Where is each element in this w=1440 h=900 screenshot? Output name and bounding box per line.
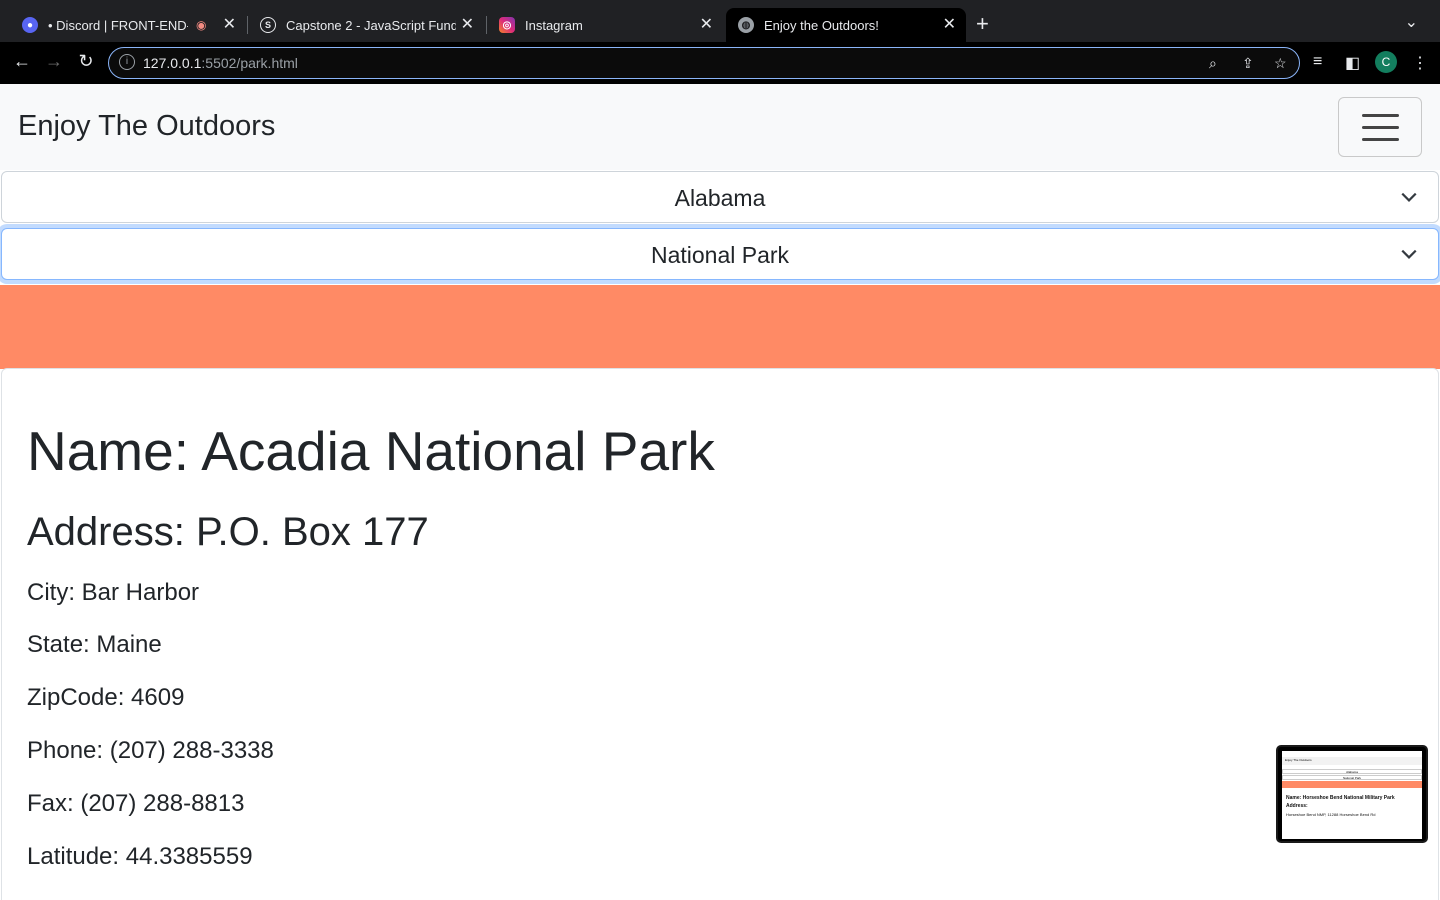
discord-icon: ● bbox=[22, 17, 38, 33]
forward-arrow-icon[interactable]: → bbox=[42, 51, 66, 72]
close-icon[interactable]: ✕ bbox=[223, 16, 236, 34]
chevron-down-icon bbox=[1401, 192, 1417, 202]
tab-discord[interactable]: ● • Discord | FRONT-END-D ◉ ✕ bbox=[10, 8, 246, 42]
tab-title: Instagram bbox=[525, 17, 583, 33]
park-name: Name: Acadia National Park bbox=[27, 420, 715, 482]
orange-banner bbox=[0, 285, 1440, 369]
park-card: Name: Acadia National Park Address: P.O.… bbox=[1, 368, 1439, 900]
site-brand[interactable]: Enjoy The Outdoors bbox=[18, 110, 275, 143]
hamburger-icon bbox=[1362, 114, 1399, 117]
hamburger-icon bbox=[1362, 138, 1399, 141]
park-latitude: Latitude: 44.3385559 bbox=[27, 843, 253, 870]
new-tab-button[interactable]: + bbox=[976, 12, 989, 36]
tab-capstone[interactable]: S Capstone 2 - JavaScript Fund ✕ bbox=[248, 8, 484, 42]
thumbnail-line: Horseshoe Bend NMP, 11288 Horseshoe Bend… bbox=[1286, 812, 1376, 817]
thumbnail-content: Enjoy The Outdoors Alabama National Park… bbox=[1282, 751, 1422, 839]
page-viewport: Enjoy The Outdoors Alabama National Park… bbox=[0, 84, 1440, 900]
thumbnail-select: National Park bbox=[1282, 775, 1422, 780]
site-navbar: Enjoy The Outdoors bbox=[0, 84, 1440, 170]
state-select-value: Alabama bbox=[674, 185, 766, 211]
park-state: State: Maine bbox=[27, 631, 162, 658]
hamburger-icon bbox=[1362, 126, 1399, 129]
thumbnail-navbar: Enjoy The Outdoors bbox=[1282, 757, 1422, 765]
media-queue-icon[interactable]: ≡ bbox=[1313, 53, 1322, 71]
browser-tab-bar: ● • Discord | FRONT-END-D ◉ ✕ S Capstone… bbox=[0, 0, 1440, 42]
thumbnail-select: Alabama bbox=[1282, 769, 1422, 774]
thumbnail-banner bbox=[1282, 781, 1422, 788]
zoom-icon[interactable]: ⌕ bbox=[1209, 55, 1217, 72]
star-icon[interactable]: ☆ bbox=[1274, 55, 1287, 72]
instagram-icon: ◎ bbox=[499, 17, 515, 33]
state-select[interactable]: Alabama bbox=[1, 171, 1439, 223]
chevron-down-icon[interactable]: ⌄ bbox=[1405, 12, 1418, 32]
park-city: City: Bar Harbor bbox=[27, 579, 200, 606]
info-icon[interactable]: i bbox=[119, 54, 135, 70]
close-icon[interactable]: ✕ bbox=[943, 16, 956, 34]
park-zipcode: ZipCode: 4609 bbox=[27, 684, 185, 711]
park-address: Address: P.O. Box 177 bbox=[27, 510, 429, 554]
browser-toolbar: ← → ↻ i 127.0.0.1:5502/park.html ⌕ ⇪ ☆ ≡… bbox=[0, 42, 1440, 84]
tab-enjoy-outdoors[interactable]: ◍ Enjoy the Outdoors! ✕ bbox=[726, 8, 966, 42]
side-panel-icon[interactable]: ◧ bbox=[1345, 53, 1360, 73]
address-bar[interactable]: i 127.0.0.1:5502/park.html ⌕ ⇪ ☆ bbox=[108, 47, 1300, 79]
share-icon[interactable]: ⇪ bbox=[1242, 55, 1254, 72]
profile-avatar[interactable]: C bbox=[1375, 51, 1397, 73]
thumbnail-name: Name: Horseshoe Bend National Military P… bbox=[1286, 795, 1395, 801]
chevron-down-icon bbox=[1401, 249, 1417, 259]
tab-title: • Discord | FRONT-END-D bbox=[48, 17, 188, 33]
url-text[interactable]: 127.0.0.1:5502/park.html bbox=[143, 55, 298, 71]
recording-icon: ◉ bbox=[196, 18, 207, 32]
park-type-select-value: National Park bbox=[650, 242, 790, 268]
park-phone: Phone: (207) 288-3338 bbox=[27, 737, 274, 764]
menu-dots-icon[interactable]: ⋮ bbox=[1412, 53, 1428, 73]
park-type-select[interactable]: National Park bbox=[1, 228, 1439, 280]
reload-icon[interactable]: ↻ bbox=[74, 51, 98, 72]
menu-toggle-button[interactable] bbox=[1338, 97, 1422, 157]
tab-title: Capstone 2 - JavaScript Fund bbox=[286, 17, 456, 33]
globe-icon: ◍ bbox=[738, 17, 754, 33]
close-icon[interactable]: ✕ bbox=[461, 16, 474, 34]
tab-title: Enjoy the Outdoors! bbox=[764, 17, 879, 33]
site-icon: S bbox=[260, 17, 276, 33]
tab-instagram[interactable]: ◎ Instagram ✕ bbox=[487, 8, 723, 42]
screenshot-thumbnail[interactable]: Enjoy The Outdoors Alabama National Park… bbox=[1276, 745, 1428, 843]
close-icon[interactable]: ✕ bbox=[700, 16, 713, 34]
back-arrow-icon[interactable]: ← bbox=[10, 51, 34, 72]
thumbnail-address: Address: bbox=[1286, 803, 1308, 809]
park-fax: Fax: (207) 288-8813 bbox=[27, 790, 245, 817]
